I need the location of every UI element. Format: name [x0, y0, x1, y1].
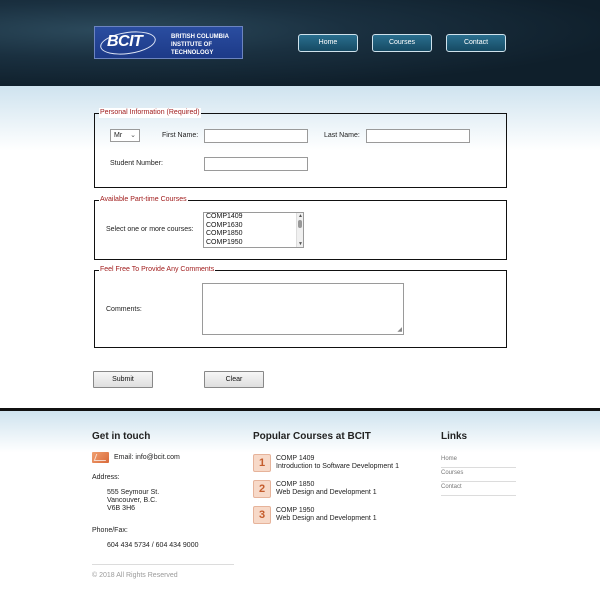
scroll-thumb[interactable] — [298, 220, 302, 228]
address-line: V6B 3H6 — [107, 505, 136, 512]
courses-select-label: Select one or more courses: — [106, 226, 194, 233]
get-in-touch-heading: Get in touch — [92, 431, 151, 442]
footer-link-home[interactable]: Home — [441, 454, 516, 468]
logo-text-line1: BRITISH COLUMBIA — [171, 34, 229, 40]
bcit-logo[interactable]: BCIT BRITISH COLUMBIA INSTITUTE OF TECHN… — [94, 26, 243, 59]
personal-info-fieldset: Personal Information (Required) — [94, 108, 507, 188]
comments-textarea[interactable]: ◢ — [202, 283, 404, 335]
copyright-text: © 2018 All Rights Reserved — [92, 572, 178, 579]
nav-home-button[interactable]: Home — [298, 34, 358, 52]
nav-contact-button[interactable]: Contact — [446, 34, 506, 52]
course-option[interactable]: COMP1950 — [204, 239, 303, 248]
courses-legend: Available Part-time Courses — [99, 195, 188, 205]
course-option[interactable]: COMP1409 — [204, 213, 303, 222]
phone-label: Phone/Fax: — [92, 527, 128, 534]
submit-button[interactable]: Submit — [93, 371, 153, 388]
last-name-label: Last Name: — [324, 132, 360, 139]
site-header: BCIT BRITISH COLUMBIA INSTITUTE OF TECHN… — [0, 0, 600, 86]
copyright-divider — [92, 564, 234, 565]
comments-legend: Feel Free To Provide Any Comments — [99, 265, 216, 275]
last-name-input[interactable] — [366, 129, 470, 143]
personal-info-legend: Personal Information (Required) — [99, 108, 201, 118]
course-rank-badge: 2 — [253, 480, 271, 498]
scroll-up-icon[interactable]: ▲ — [298, 213, 303, 219]
clear-button[interactable]: Clear — [204, 371, 264, 388]
address-label: Address: — [92, 474, 120, 481]
popular-course-title[interactable]: Introduction to Software Development 1 — [276, 462, 399, 471]
title-select[interactable]: Mr ⌄ — [110, 129, 140, 142]
course-rank-badge: 1 — [253, 454, 271, 472]
mail-icon — [92, 452, 109, 463]
nav-courses-button[interactable]: Courses — [372, 34, 432, 52]
course-option[interactable]: COMP1850 — [204, 230, 303, 239]
resize-handle-icon[interactable]: ◢ — [397, 327, 402, 333]
popular-courses-heading: Popular Courses at BCIT — [253, 431, 371, 442]
logo-mark: BCIT — [107, 33, 143, 50]
contact-email[interactable]: Email: info@bcit.com — [114, 453, 180, 462]
student-number-label: Student Number: — [110, 160, 163, 167]
first-name-label: First Name: — [162, 132, 199, 139]
logo-text-line2: INSTITUTE OF TECHNOLOGY — [171, 42, 214, 56]
title-select-value: Mr — [114, 132, 123, 139]
chevron-down-icon: ⌄ — [130, 132, 136, 139]
footer-link-courses[interactable]: Courses — [441, 468, 516, 482]
course-option[interactable]: COMP1630 — [204, 222, 303, 231]
phone-value: 604 434 5734 / 604 434 9000 — [107, 542, 199, 549]
listbox-scrollbar[interactable]: ▲ ▼ — [296, 213, 303, 247]
links-heading: Links — [441, 431, 468, 442]
comments-label: Comments: — [106, 306, 142, 313]
footer-link-contact[interactable]: Contact — [441, 482, 516, 496]
popular-course-title[interactable]: Web Design and Development 1 — [276, 488, 377, 497]
courses-listbox[interactable]: COMP1409 COMP1630 COMP1850 COMP1950 ▲ ▼ — [203, 212, 304, 248]
student-number-input[interactable] — [204, 157, 308, 171]
first-name-input[interactable] — [204, 129, 308, 143]
logo-text: BRITISH COLUMBIA INSTITUTE OF TECHNOLOGY — [171, 33, 243, 57]
popular-course-title[interactable]: Web Design and Development 1 — [276, 514, 377, 523]
course-rank-badge: 3 — [253, 506, 271, 524]
scroll-down-icon[interactable]: ▼ — [298, 241, 303, 247]
